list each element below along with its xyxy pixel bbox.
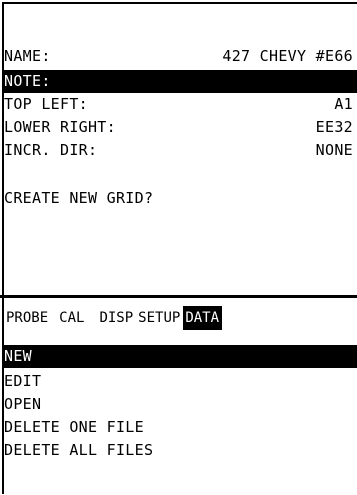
create-grid-prompt: CREATE NEW GRID? [4, 187, 357, 210]
lower-right-row[interactable]: LOWER RIGHT: EE32 [4, 116, 357, 139]
tab-data[interactable]: DATA [183, 306, 223, 330]
prompt-text: CREATE NEW GRID? [4, 189, 154, 207]
tab-disp[interactable]: DISP [97, 306, 136, 330]
menu-item-delete-one-file[interactable]: DELETE ONE FILE [4, 416, 357, 439]
menu-item-delete-all-files[interactable]: DELETE ALL FILES [4, 439, 357, 462]
menu-item-label: DELETE ALL FILES [4, 441, 154, 459]
menu-item-new[interactable]: NEW [4, 345, 357, 368]
top-left-row[interactable]: TOP LEFT: A1 [4, 93, 357, 116]
incr-dir-label: INCR. DIR: [4, 141, 98, 159]
menu-item-edit[interactable]: EDIT [4, 370, 357, 393]
menu-item-open[interactable]: OPEN [4, 393, 357, 416]
menu-item-label: EDIT [4, 372, 42, 390]
menu-item-label: OPEN [4, 395, 42, 413]
menu-bar: PROBE CAL DISP SETUP DATA [4, 306, 357, 330]
section-divider [0, 295, 357, 298]
name-value: 427 CHEVY #E66 [222, 47, 353, 65]
incr-dir-value: NONE [315, 141, 353, 159]
incr-dir-row[interactable]: INCR. DIR: NONE [4, 139, 357, 162]
note-label: NOTE: [4, 72, 51, 90]
note-row[interactable]: NOTE: [4, 70, 357, 93]
top-left-value: A1 [334, 95, 353, 113]
tab-cal[interactable]: CAL [57, 306, 87, 330]
menu-item-label: NEW [4, 347, 32, 365]
lower-right-value: EE32 [315, 118, 353, 136]
lower-right-label: LOWER RIGHT: [4, 118, 116, 136]
menu-item-label: DELETE ONE FILE [4, 418, 144, 436]
name-label: NAME: [4, 47, 51, 65]
tab-probe[interactable]: PROBE [4, 306, 51, 330]
tab-setup[interactable]: SETUP [136, 306, 183, 330]
name-row[interactable]: NAME: 427 CHEVY #E66 [4, 45, 357, 68]
top-left-label: TOP LEFT: [4, 95, 88, 113]
